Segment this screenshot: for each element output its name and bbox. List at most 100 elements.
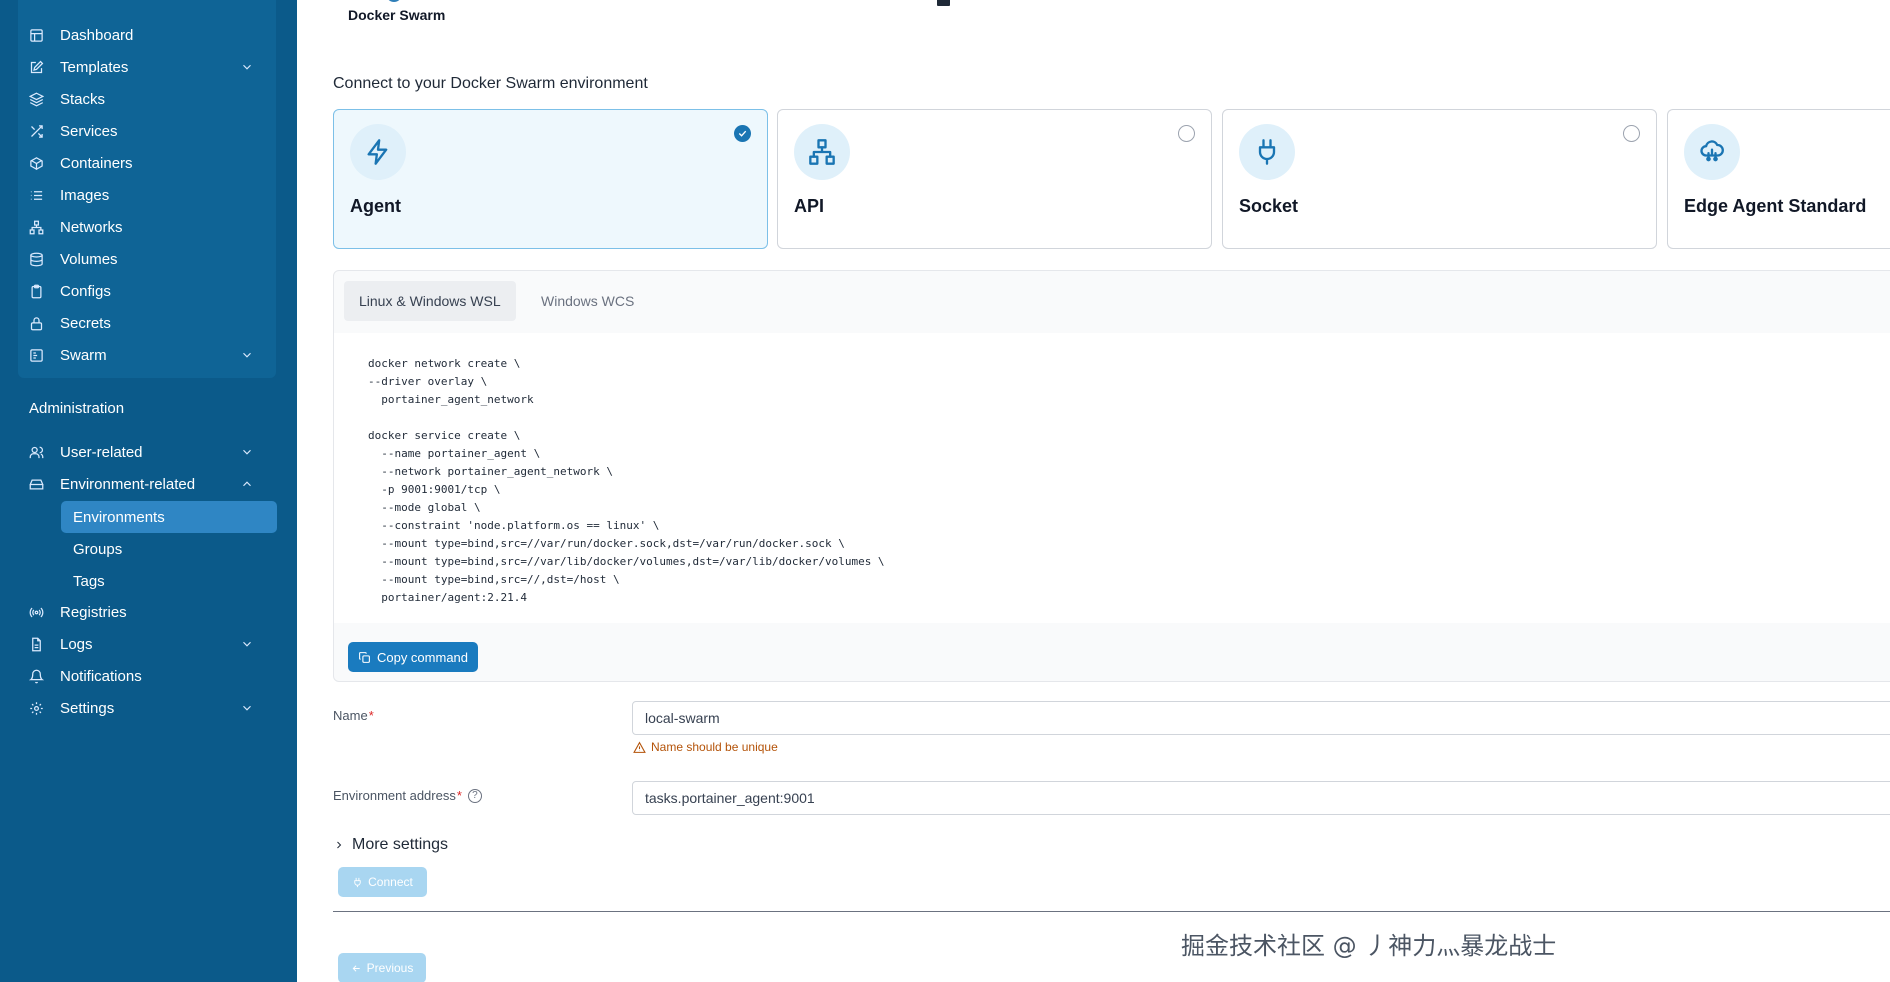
sidebar-item-label: Groups: [73, 540, 123, 558]
sidebar-item-volumes[interactable]: Volumes: [28, 244, 268, 274]
watermark: 掘金技术社区 @ 丿神力灬暴龙战士: [1181, 932, 1557, 960]
sidebar-item-label: Notifications: [60, 667, 142, 685]
help-icon[interactable]: ?: [467, 788, 482, 803]
sidebar-item-dashboard[interactable]: Dashboard: [28, 20, 268, 50]
hard-drive-icon: [28, 476, 44, 492]
environment-address-input[interactable]: [632, 781, 1890, 815]
section-label: Connect to your Docker Swarm environment: [333, 75, 648, 92]
previous-label: Previous: [366, 961, 414, 975]
copy-command-button[interactable]: Copy command: [348, 642, 478, 672]
option-title: Socket: [1239, 196, 1299, 216]
name-label: Name *: [333, 708, 374, 723]
sidebar-item-label: Stacks: [60, 90, 106, 108]
sidebar-item-label: Configs: [60, 282, 111, 300]
divider: [333, 911, 1890, 912]
sidebar-item-settings[interactable]: Settings: [28, 693, 268, 723]
option-card-socket[interactable]: Socket: [1222, 109, 1657, 249]
chevron-up-icon[interactable]: [240, 477, 254, 491]
docker-swarm-logo-icon: [386, 0, 402, 2]
sidebar-item-registries[interactable]: Registries: [28, 597, 268, 627]
sidebar-item-environment-related[interactable]: Environment-related: [28, 469, 268, 499]
option-card-api[interactable]: API: [777, 109, 1212, 249]
sidebar-item-label: Templates: [60, 58, 129, 76]
connect-button[interactable]: Connect: [338, 867, 427, 897]
network-icon: [28, 219, 44, 235]
command-code-block: docker network create \ --driver overlay…: [334, 333, 1890, 623]
sidebar-item-label: Networks: [60, 218, 123, 236]
address-label-text: Environment address: [333, 788, 456, 803]
tab-linux-windows-wsl[interactable]: Linux & Windows WSL: [344, 281, 516, 321]
radio-icon[interactable]: [1623, 125, 1640, 142]
copy-icon: [359, 651, 370, 663]
option-title: API: [794, 196, 825, 216]
name-label-text: Name: [333, 708, 368, 723]
sidebar-item-label: Services: [60, 122, 118, 140]
sidebar-item-configs[interactable]: Configs: [28, 276, 268, 306]
edit-icon: [28, 59, 44, 75]
bell-icon: [28, 668, 44, 684]
dashboard-icon: [28, 27, 44, 43]
sidebar-item-services[interactable]: Services: [28, 116, 268, 146]
command-panel: Linux & Windows WSL Windows WCS docker n…: [333, 270, 1890, 682]
checkbox-icon[interactable]: [937, 0, 950, 6]
box-icon: [28, 155, 44, 171]
sidebar-item-secrets[interactable]: Secrets: [28, 308, 268, 338]
lock-icon: [28, 315, 44, 331]
sidebar-item-swarm[interactable]: Swarm: [28, 340, 268, 370]
sidebar-item-label: Environment-related: [60, 475, 196, 493]
shuffle-icon: [28, 123, 44, 139]
sidebar-item-label: Volumes: [60, 250, 118, 268]
option-card-edge-agent-standard[interactable]: Edge Agent Standard: [1667, 109, 1890, 249]
address-label: Environment address * ?: [333, 788, 482, 803]
copy-command-label: Copy command: [376, 649, 469, 665]
option-title: Agent: [350, 196, 401, 216]
chevron-down-icon[interactable]: [240, 348, 254, 362]
swarm-icon: [28, 347, 44, 363]
name-warning-text: Name should be unique: [651, 740, 778, 754]
previous-button[interactable]: Previous: [338, 953, 426, 982]
radio-checked-icon[interactable]: [734, 125, 751, 142]
database-icon: [28, 251, 44, 267]
more-settings-label: More settings: [352, 836, 449, 853]
sidebar-item-label: Containers: [60, 154, 133, 172]
option-title: Edge Agent Standard: [1684, 196, 1867, 216]
sidebar-item-groups[interactable]: Groups: [61, 533, 277, 565]
chevron-down-icon[interactable]: [240, 445, 254, 459]
arrow-left-icon: [352, 964, 360, 972]
sidebar-item-label: User-related: [60, 443, 143, 461]
sidebar-item-label: Swarm: [60, 346, 107, 364]
sidebar-item-label: Tags: [73, 572, 105, 590]
sidebar-item-logs[interactable]: Logs: [28, 629, 268, 659]
sidebar-admin-heading: Administration: [29, 400, 125, 417]
sidebar-item-images[interactable]: Images: [28, 180, 268, 210]
radio-icon[interactable]: [1178, 125, 1195, 142]
required-marker: *: [456, 788, 462, 803]
tab-windows-wcs[interactable]: Windows WCS: [526, 281, 649, 321]
name-input[interactable]: [632, 701, 1890, 735]
chevron-down-icon[interactable]: [240, 701, 254, 715]
sidebar-item-containers[interactable]: Containers: [28, 148, 268, 178]
sidebar-item-tags[interactable]: Tags: [61, 565, 277, 597]
zap-icon: [350, 124, 406, 180]
sidebar-item-networks[interactable]: Networks: [28, 212, 268, 242]
page-title: Docker Swarm: [348, 7, 446, 23]
sidebar-item-environments[interactable]: Environments: [61, 501, 277, 533]
file-icon: [28, 636, 44, 652]
option-card-agent[interactable]: Agent: [333, 109, 768, 249]
sidebar-item-label: Dashboard: [60, 26, 134, 44]
sidebar-item-notifications[interactable]: Notifications: [28, 661, 268, 691]
sidebar-item-label: Images: [60, 186, 110, 204]
chevron-down-icon[interactable]: [240, 637, 254, 651]
connect-label: Connect: [368, 875, 413, 889]
users-icon: [28, 444, 44, 460]
sidebar-item-stacks[interactable]: Stacks: [28, 84, 268, 114]
plug-icon: [1239, 124, 1295, 180]
sidebar-item-templates[interactable]: Templates: [28, 52, 268, 82]
sidebar-item-user-related[interactable]: User-related: [28, 437, 268, 467]
sidebar: Dashboard Templates Stacks Services Cont…: [0, 0, 297, 982]
layers-icon: [28, 91, 44, 107]
chevron-down-icon[interactable]: [240, 60, 254, 74]
sidebar-item-label: Environments: [73, 508, 165, 526]
more-settings-toggle[interactable]: More settings: [333, 836, 448, 854]
sidebar-item-label: Logs: [60, 635, 93, 653]
